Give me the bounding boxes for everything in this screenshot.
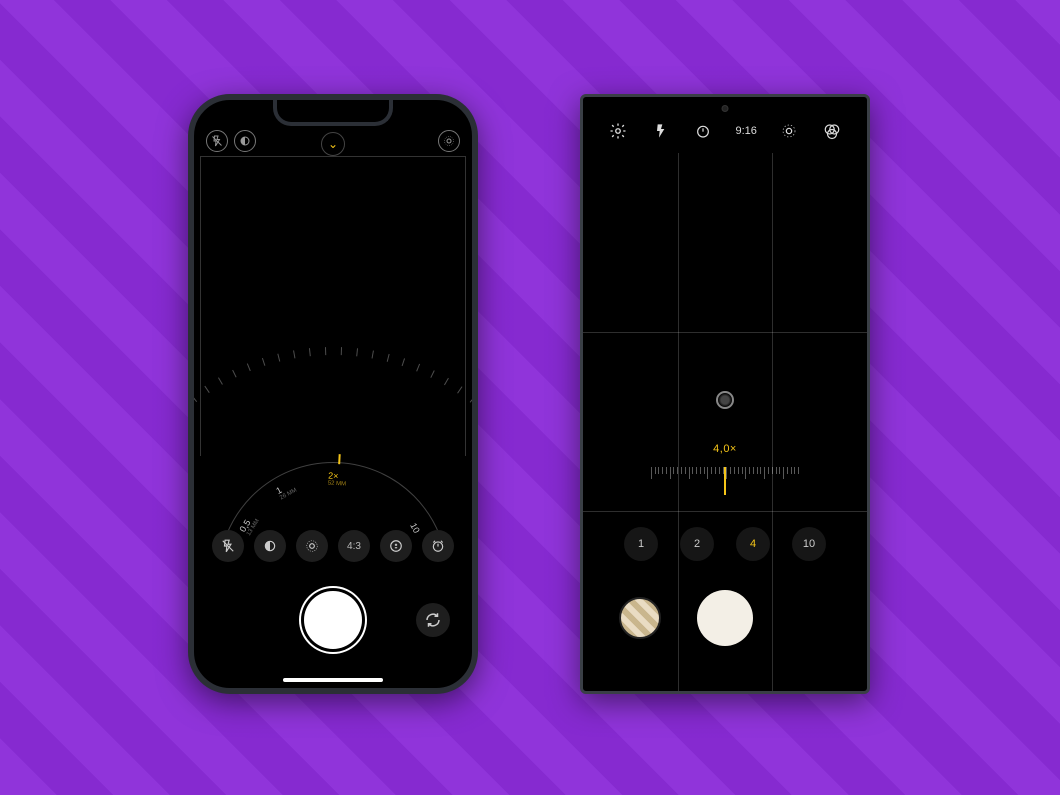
switch-camera-button[interactable] [416, 603, 450, 637]
zoom-ruler-tick [726, 467, 727, 479]
zoom-ruler-tick [757, 467, 758, 474]
zoom-ruler-tick [707, 467, 708, 479]
flash-icon[interactable] [651, 121, 671, 141]
zoom-ruler-tick [658, 467, 659, 474]
zoom-presets: 124 10 [583, 527, 867, 561]
zoom-ruler-tick [662, 467, 663, 474]
zoom-ruler-tick [779, 467, 780, 474]
zoom-preset-2[interactable]: 2 [680, 527, 714, 561]
shutter-button[interactable] [304, 591, 362, 649]
shutter-row [194, 580, 472, 660]
iphone-device-frame: ⌄ 4:3 [188, 94, 478, 694]
zoom-ruler-tick [700, 467, 701, 474]
zoom-ruler-tick [673, 467, 674, 474]
zoom-ruler-tick [776, 467, 777, 474]
zoom-ruler-needle [724, 467, 726, 495]
zoom-ruler-tick [749, 467, 750, 474]
timer-tool-button[interactable] [422, 530, 454, 562]
zoom-ruler-tick [798, 467, 799, 474]
zoom-ruler-tick [704, 467, 705, 474]
zoom-ruler-tick [745, 467, 746, 479]
viewfinder-frame [200, 156, 466, 456]
zoom-arc-tick [325, 347, 326, 355]
home-indicator[interactable] [283, 678, 383, 682]
zoom-arc-stop[interactable]: 2×52 MM [328, 471, 347, 488]
zoom-preset-10[interactable]: 10 [792, 527, 826, 561]
zoom-ruler[interactable] [640, 467, 810, 489]
zoom-arc-tick [194, 395, 197, 402]
focus-indicator-icon [716, 391, 734, 409]
android-device-frame: 9:16 4,0× 124 10 [580, 94, 870, 694]
zoom-ruler-tick [764, 467, 765, 479]
zoom-ruler-tick [677, 467, 678, 474]
night-mode-icon[interactable] [234, 130, 256, 152]
zoom-preset-1[interactable]: 1 [624, 527, 658, 561]
iphone-notch [273, 100, 393, 126]
android-top-toolbar: 9:16 [583, 121, 867, 141]
zoom-preset-4[interactable]: 4 [736, 527, 770, 561]
zoom-ruler-tick [696, 467, 697, 474]
android-punch-hole [722, 105, 729, 112]
flash-off-icon[interactable] [206, 130, 228, 152]
zoom-ruler-tick [670, 467, 671, 479]
gallery-thumbnail-button[interactable] [619, 597, 661, 639]
zoom-value-label: 4,0× [713, 443, 737, 455]
android-shutter-button[interactable] [697, 590, 753, 646]
live-tool-button[interactable] [296, 530, 328, 562]
zoom-ruler-tick [768, 467, 769, 474]
exposure-tool-button[interactable] [380, 530, 412, 562]
zoom-ruler-tick [794, 467, 795, 474]
zoom-ruler-tick [753, 467, 754, 474]
zoom-ruler-tick [651, 467, 652, 479]
expand-controls-chevron-icon[interactable]: ⌄ [321, 132, 345, 156]
zoom-ruler-tick [681, 467, 682, 474]
flash-tool-button[interactable] [212, 530, 244, 562]
settings-icon[interactable] [608, 121, 628, 141]
zoom-ruler-tick [734, 467, 735, 474]
zoom-ruler-tick [760, 467, 761, 474]
motion-photo-icon[interactable] [779, 121, 799, 141]
zoom-ruler-tick [689, 467, 690, 479]
zoom-ruler-tick [685, 467, 686, 474]
aspect-ratio-label[interactable]: 9:16 [735, 121, 756, 141]
zoom-ruler-tick [655, 467, 656, 474]
night-tool-button[interactable] [254, 530, 286, 562]
zoom-ruler-tick [719, 467, 720, 474]
camera-toolrow: 4:3 [194, 530, 472, 562]
zoom-ruler-tick [787, 467, 788, 474]
zoom-ruler-tick [692, 467, 693, 474]
aspect-ratio-button[interactable]: 4:3 [338, 530, 370, 562]
zoom-arc-tick [470, 396, 472, 403]
zoom-ruler-tick [715, 467, 716, 474]
zoom-ruler-tick [791, 467, 792, 474]
live-photo-icon[interactable] [438, 130, 460, 152]
timer-icon[interactable] [693, 121, 713, 141]
zoom-ruler-tick [711, 467, 712, 474]
zoom-ruler-tick [730, 467, 731, 474]
zoom-ruler-tick [738, 467, 739, 474]
zoom-ruler-tick [783, 467, 784, 479]
android-shutter-row [583, 583, 867, 653]
iphone-camera-screen: ⌄ 4:3 [194, 100, 472, 688]
zoom-ruler-tick [772, 467, 773, 474]
zoom-ruler-tick [742, 467, 743, 474]
filters-icon[interactable] [822, 121, 842, 141]
zoom-ruler-tick [666, 467, 667, 474]
